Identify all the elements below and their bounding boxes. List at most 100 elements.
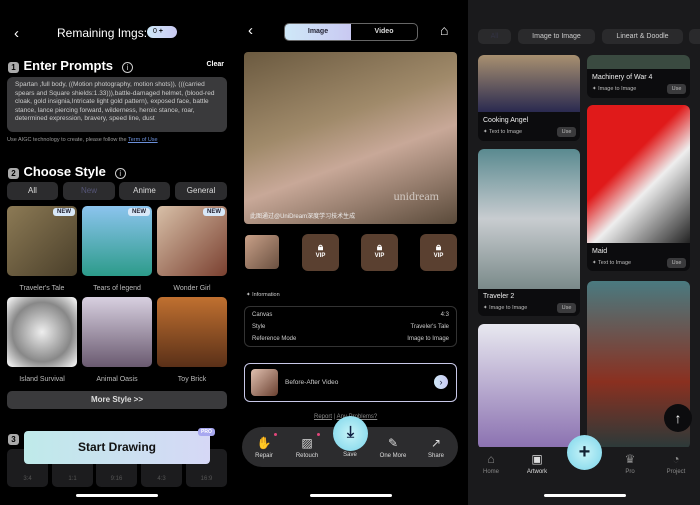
tab-all[interactable]: All: [7, 182, 58, 200]
back-icon[interactable]: ‹: [14, 25, 19, 42]
start-drawing-button[interactable]: Start Drawing: [24, 431, 210, 464]
brand-watermark: unidream: [393, 189, 439, 203]
remaining-counter[interactable]: 0 +: [147, 26, 177, 38]
style-thumb-toy-brick[interactable]: [157, 297, 227, 367]
add-icon[interactable]: +: [159, 28, 163, 35]
tab-general[interactable]: General: [175, 182, 227, 200]
share-button[interactable]: ↗ Share: [416, 436, 456, 459]
notice: Use AIGC technology to create, please fo…: [7, 137, 158, 143]
artwork-card[interactable]: Maid ✦ Text to Image Use: [587, 105, 690, 271]
repair-icon: ✋: [256, 436, 272, 450]
style-thumb-island-survival[interactable]: [7, 297, 77, 367]
prompt-input[interactable]: Spartan ,full body, ((Motion photography…: [7, 77, 227, 132]
artwork-image: [587, 105, 690, 243]
more-style-button[interactable]: More Style >>: [7, 391, 227, 409]
clear-button[interactable]: Clear: [206, 61, 224, 68]
toolbar-label: One More: [379, 453, 407, 459]
info-value: Image to Image: [407, 336, 449, 342]
vip-thumb[interactable]: 🔒︎ VIP: [361, 234, 398, 271]
gallery-screen: All Image to Image Lineart & Doodle Cook…: [468, 0, 700, 505]
pro-badge: PRO: [198, 428, 215, 436]
chevron-right-icon[interactable]: ›: [434, 375, 448, 389]
vip-thumb[interactable]: 🔒︎ VIP: [302, 234, 339, 271]
artwork-mode: ✦ Text to Image: [483, 129, 523, 135]
artwork-image: [478, 55, 580, 112]
step-badge: 1: [8, 62, 19, 73]
mode-label: Image to Image: [598, 86, 637, 92]
save-button[interactable]: Save: [330, 452, 370, 458]
section-title: Enter Prompts: [23, 58, 114, 73]
tab-image[interactable]: Image: [285, 24, 351, 40]
home-icon: ⌂: [487, 452, 495, 466]
info-icon[interactable]: i: [114, 168, 126, 179]
sparkle-icon: ✦: [246, 292, 251, 298]
info-icon[interactable]: i: [121, 62, 133, 73]
home-indicator: [76, 494, 158, 497]
nav-artwork[interactable]: ▣ Artwork: [517, 452, 557, 475]
chip-lineart-doodle[interactable]: Lineart & Doodle: [602, 29, 683, 44]
one-more-button[interactable]: ✎ One More: [373, 436, 413, 459]
create-plus-button[interactable]: +: [567, 435, 602, 470]
artwork-card[interactable]: Machinery of War 4 ✦ Image to Image Use: [587, 55, 690, 98]
home-icon[interactable]: ⌂: [440, 22, 448, 38]
style-thumb-wonder-girl[interactable]: NEW: [157, 206, 227, 276]
repair-button[interactable]: ✋ Repair: [244, 436, 284, 459]
retouch-button[interactable]: ▨ Retouch: [287, 436, 327, 459]
terms-link[interactable]: Term of Use: [128, 137, 158, 143]
pen-icon: ✎: [387, 436, 399, 450]
use-button[interactable]: Use: [557, 127, 576, 137]
notice-text: Use AIGC technology to create, please fo…: [7, 137, 128, 143]
chip-image-to-image[interactable]: Image to Image: [518, 29, 595, 44]
generated-image[interactable]: unidream 此图通过@UniDream深度学习技术生成: [244, 52, 457, 224]
before-after-label: Before-After Video: [285, 379, 339, 386]
vip-thumb[interactable]: 🔒︎ VIP: [420, 234, 457, 271]
style-header: 2 Choose Style i: [8, 163, 126, 181]
info-value: 4:3: [440, 312, 449, 318]
share-icon: ↗: [430, 436, 442, 450]
artwork-card[interactable]: Cooking Angel ✦ Text to Image Use: [478, 55, 580, 141]
tab-new[interactable]: New: [63, 182, 115, 200]
nav-pro[interactable]: ♛ Pro: [610, 452, 650, 475]
artwork-card[interactable]: Traveler 2 ✦ Image to Image Use: [478, 149, 580, 316]
style-name: Wonder Girl: [173, 285, 211, 292]
toolbar-label: Save: [343, 452, 357, 458]
notification-dot: [274, 433, 277, 436]
back-icon[interactable]: ‹: [248, 22, 253, 39]
report-link[interactable]: Report: [314, 414, 332, 420]
before-after-video-card[interactable]: Before-After Video ›: [244, 363, 457, 402]
tab-anime[interactable]: Anime: [119, 182, 170, 200]
information-title: Information: [252, 292, 280, 298]
artwork-mode: ✦ Text to Image: [592, 260, 632, 266]
clock-icon: ◔: [672, 452, 680, 466]
info-row: Reference Mode Image to Image: [252, 336, 449, 342]
style-thumb-travelers-tale[interactable]: NEW: [7, 206, 77, 276]
result-thumb-selected[interactable]: [245, 235, 279, 269]
chip-more[interactable]: [689, 29, 700, 44]
style-thumb-animal-oasis[interactable]: [82, 297, 152, 367]
download-icon[interactable]: ⤓: [333, 416, 368, 451]
new-badge: NEW: [203, 208, 225, 216]
artwork-title: Maid: [592, 248, 608, 255]
use-button[interactable]: Use: [557, 303, 576, 313]
toolbar-label: Retouch: [295, 453, 319, 459]
chip-all[interactable]: All: [478, 29, 511, 44]
artwork-card[interactable]: [478, 324, 580, 449]
style-name: Island Survival: [19, 376, 65, 383]
info-key: Style: [252, 324, 266, 330]
tab-video[interactable]: Video: [351, 24, 417, 40]
nav-project[interactable]: ◔ Project: [656, 452, 696, 475]
nav-label: Pro: [625, 469, 635, 475]
nav-home[interactable]: ⌂ Home: [471, 452, 511, 475]
info-key: Reference Mode: [252, 336, 297, 342]
style-thumb-tears-of-legend[interactable]: NEW: [82, 206, 152, 276]
picture-icon: ▣: [531, 452, 543, 466]
use-button[interactable]: Use: [667, 84, 686, 94]
scroll-top-icon[interactable]: ↑: [664, 404, 692, 432]
before-after-thumb: [251, 369, 278, 396]
step-badge: 3: [8, 434, 19, 445]
step-badge: 2: [8, 168, 19, 179]
use-button[interactable]: Use: [667, 258, 686, 268]
mode-label: Text to Image: [598, 260, 632, 266]
artwork-title: Cooking Angel: [483, 117, 529, 124]
artwork-title: Traveler 2: [483, 293, 515, 300]
